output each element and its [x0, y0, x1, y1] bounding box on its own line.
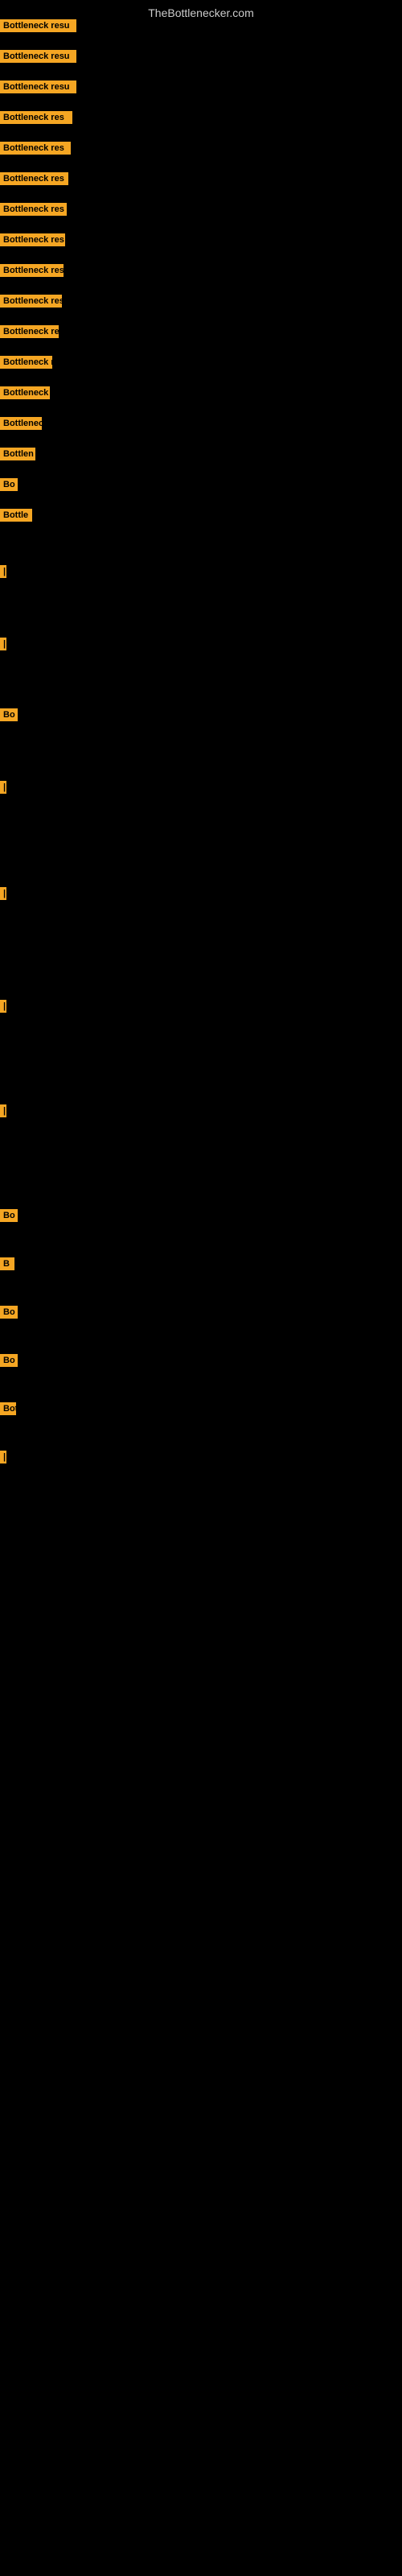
bar-row-6: Bottleneck res [0, 171, 80, 187]
bar-label-3: Bottleneck resu [0, 80, 76, 93]
bar-row-2: Bottleneck resu [0, 48, 87, 64]
bar-row-16: Bo [0, 477, 18, 493]
bar-label-8: Bottleneck res [0, 233, 65, 246]
bar-label-16: Bo [0, 478, 18, 491]
bar-label-4: Bottleneck res [0, 111, 72, 124]
bar-row-10: Bottleneck res [0, 293, 74, 309]
bar-label-22: | [0, 887, 6, 900]
bar-row-15: Bottlen [0, 446, 35, 462]
bar-row-30: | [0, 1449, 5, 1465]
bar-row-29: Bot [0, 1401, 16, 1417]
bar-row-23: | [0, 998, 5, 1014]
bar-row-27: Bo [0, 1304, 18, 1320]
bar-label-18: | [0, 565, 6, 578]
bar-row-11: Bottleneck re [0, 324, 71, 340]
bar-row-20: Bo [0, 707, 18, 723]
bar-row-3: Bottleneck resu [0, 79, 87, 95]
bar-row-4: Bottleneck res [0, 109, 84, 126]
bar-label-14: Bottleneck d [0, 417, 42, 430]
bar-label-6: Bottleneck res [0, 172, 68, 185]
bar-row-18: | [0, 564, 5, 580]
bar-label-1: Bottleneck resu [0, 19, 76, 32]
bar-row-28: Bo [0, 1352, 18, 1368]
bar-label-24: | [0, 1104, 6, 1117]
bar-label-10: Bottleneck res [0, 295, 62, 308]
bar-row-5: Bottleneck res [0, 140, 83, 156]
bar-label-21: | [0, 781, 6, 794]
bar-row-25: Bo [0, 1208, 18, 1224]
bar-row-8: Bottleneck res [0, 232, 77, 248]
bar-label-2: Bottleneck resu [0, 50, 76, 63]
bar-label-7: Bottleneck res [0, 203, 67, 216]
bar-label-28: Bo [0, 1354, 18, 1367]
bar-row-26: B [0, 1256, 14, 1272]
bar-label-19: | [0, 638, 6, 650]
bar-label-13: Bottleneck r [0, 386, 50, 399]
bar-label-30: | [0, 1451, 6, 1463]
bar-row-7: Bottleneck res [0, 201, 79, 217]
bar-label-11: Bottleneck re [0, 325, 59, 338]
bar-label-12: Bottleneck r [0, 356, 52, 369]
bar-label-27: Bo [0, 1306, 18, 1319]
bar-label-25: Bo [0, 1209, 18, 1222]
bar-row-24: | [0, 1103, 5, 1119]
bar-label-5: Bottleneck res [0, 142, 71, 155]
bar-label-17: Bottle [0, 509, 32, 522]
bar-label-15: Bottlen [0, 448, 35, 460]
bar-label-23: | [0, 1000, 6, 1013]
bar-label-9: Bottleneck res [0, 264, 64, 277]
bar-label-29: Bot [0, 1402, 16, 1415]
bar-row-22: | [0, 886, 5, 902]
bar-label-20: Bo [0, 708, 18, 721]
bar-row-1: Bottleneck resu [0, 18, 105, 34]
bar-row-12: Bottleneck r [0, 354, 58, 370]
bar-row-14: Bottleneck d [0, 415, 42, 431]
bar-row-19: | [0, 636, 6, 652]
bar-row-17: Bottle [0, 507, 32, 523]
bar-label-26: B [0, 1257, 14, 1270]
bar-row-9: Bottleneck res [0, 262, 76, 279]
bar-row-21: | [0, 779, 5, 795]
bar-row-13: Bottleneck r [0, 385, 55, 401]
